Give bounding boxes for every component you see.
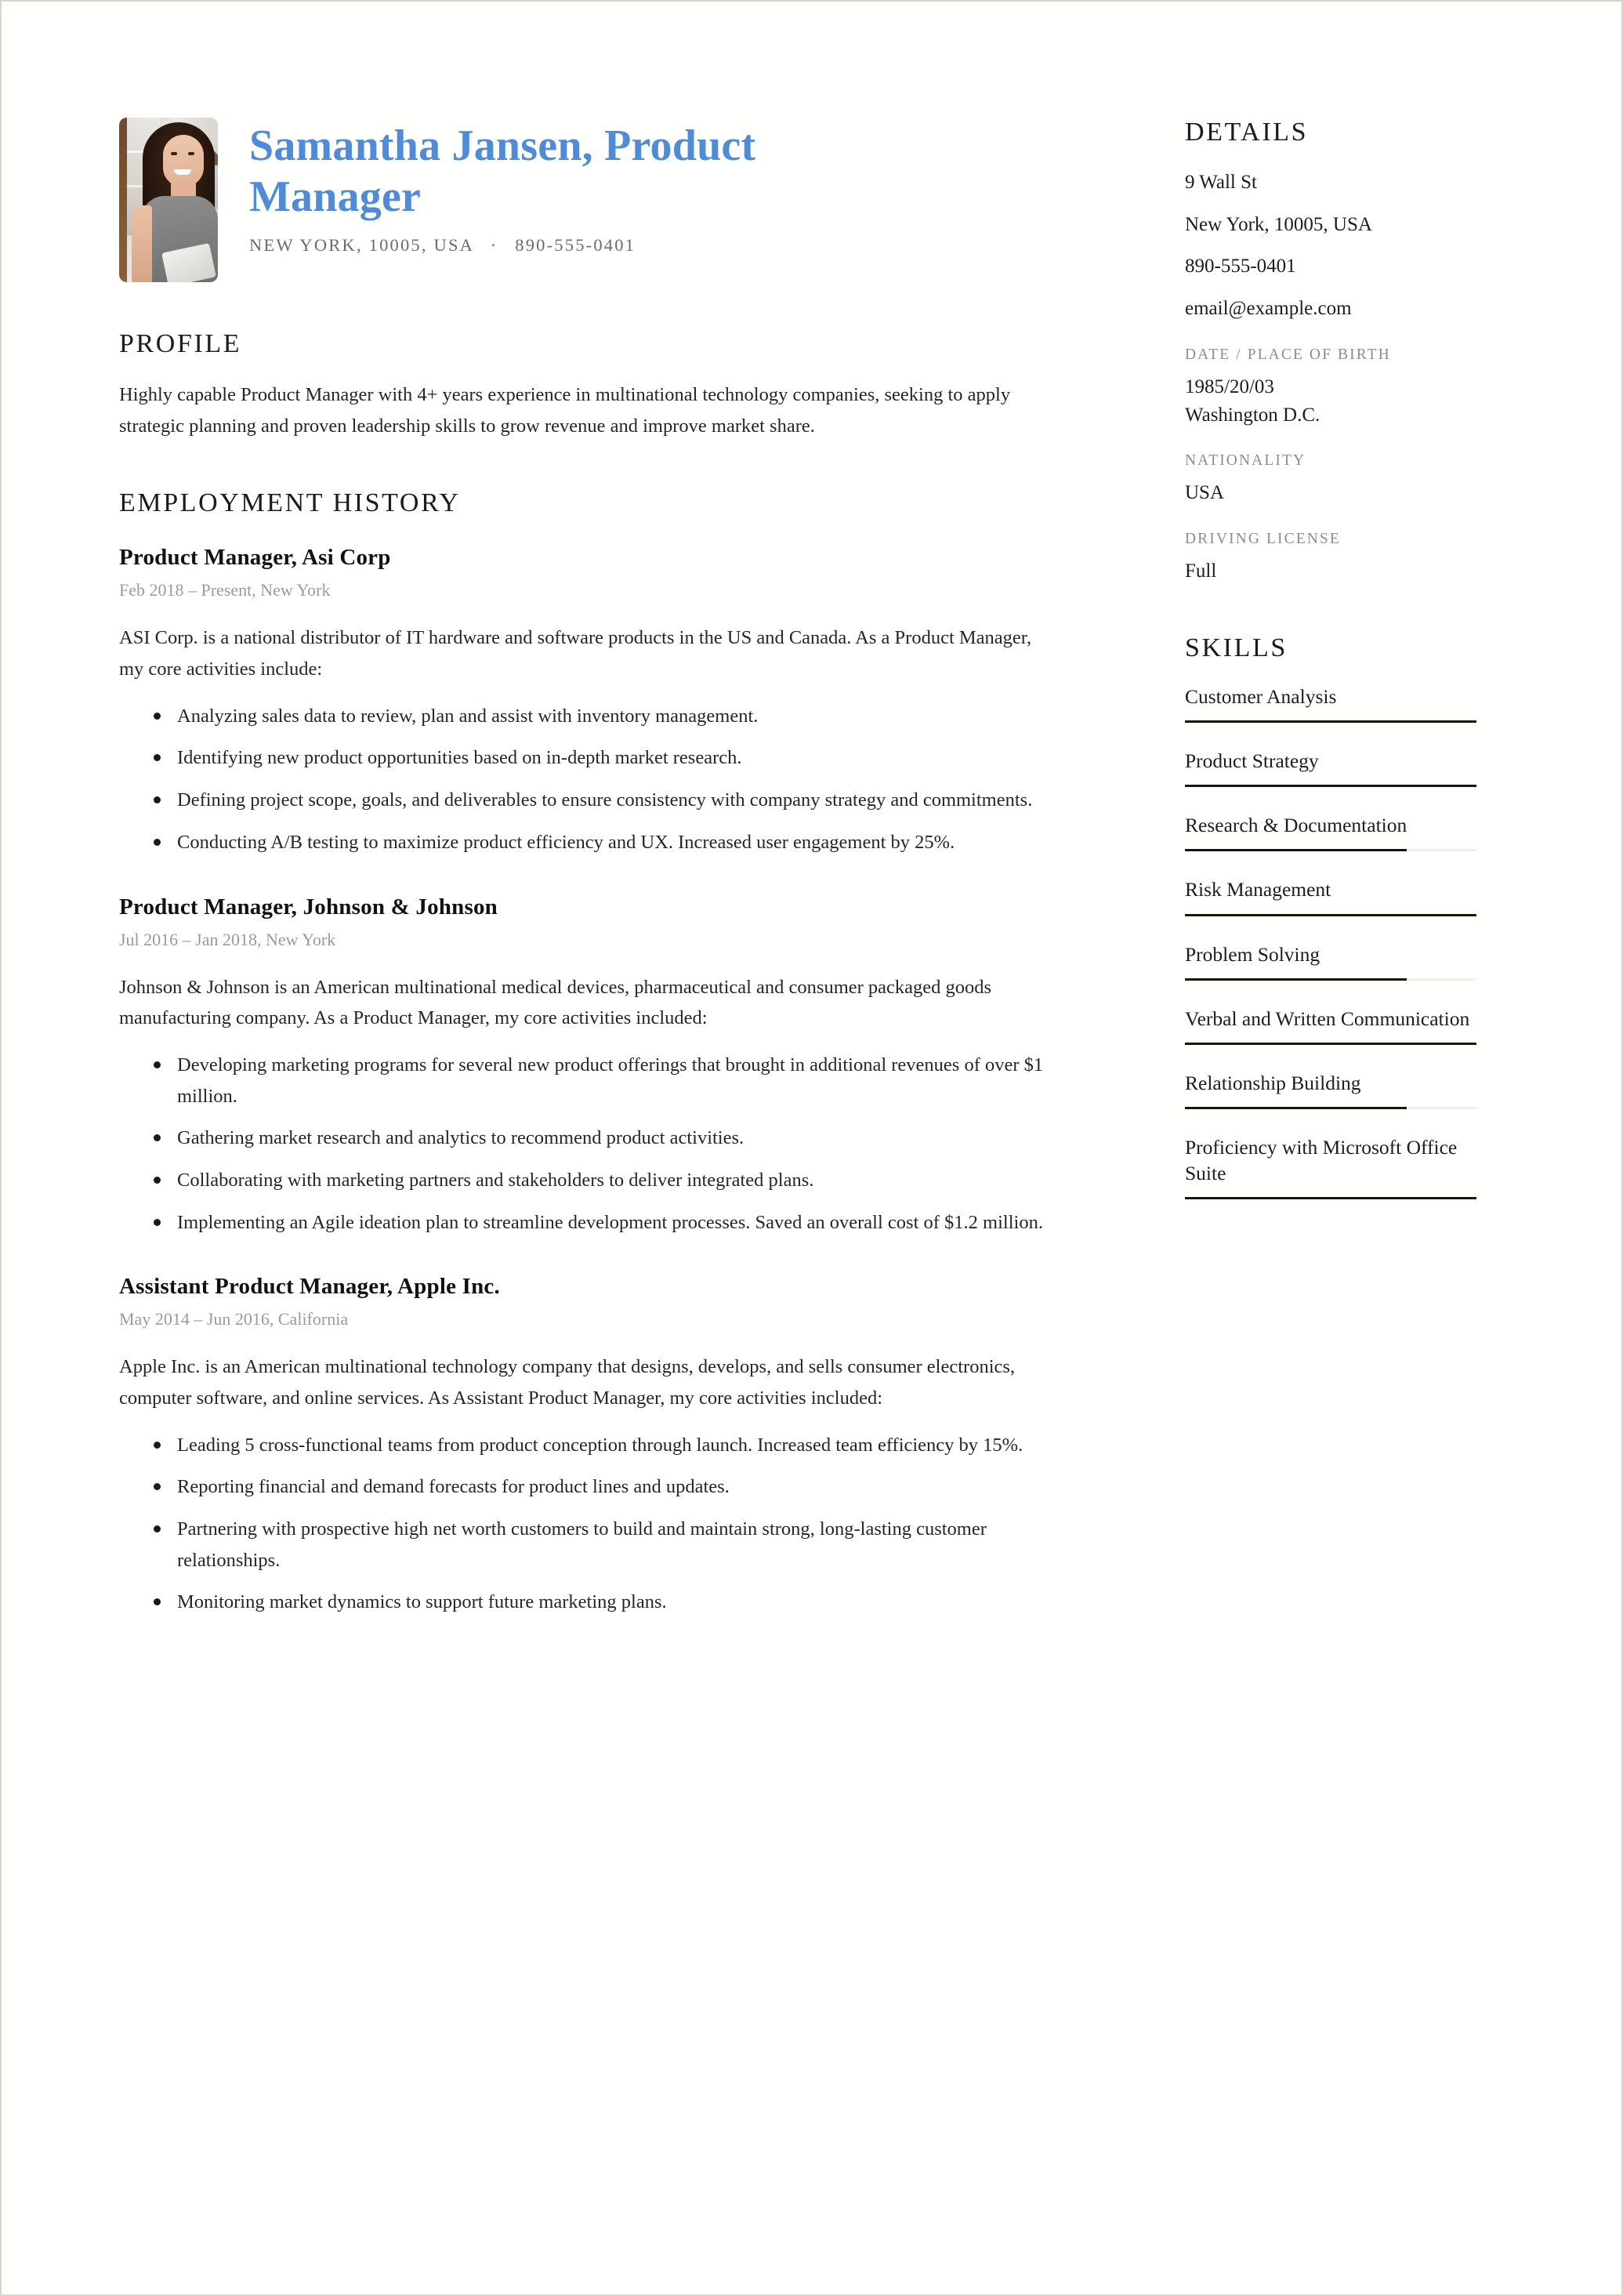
skills-section-title: SKILLS [1185, 633, 1288, 662]
resume-sheet: Samantha Jansen, Product Manager NEW YOR… [2, 2, 1621, 2294]
detail-dob-date: 1985/20/03 [1185, 376, 1274, 397]
detail-license-value: Full [1185, 560, 1217, 582]
header-contact-line: NEW YORK, 10005, USA · 890-555-0401 [249, 235, 1099, 256]
skill-item: Relationship Building [1185, 1070, 1498, 1109]
detail-nationality-label: NATIONALITY [1185, 452, 1306, 469]
skill-label: Verbal and Written Communication [1185, 1007, 1470, 1030]
skills-section: SKILLS Customer Analysis Product Strateg… [1185, 633, 1498, 1200]
job-bullets: Analyzing sales data to review, plan and… [119, 701, 1056, 858]
job-title: Assistant Product Manager, Apple Inc. [119, 1274, 500, 1300]
skill-track [1185, 913, 1476, 916]
skill-level-bar [1185, 1106, 1407, 1109]
job-meta: Feb 2018 – Present, New York [119, 580, 331, 600]
list-item: Identifying new product opportunities ba… [147, 742, 1056, 774]
list-item: Conducting A/B testing to maximize produ… [147, 827, 1056, 858]
detail-email: email@example.com [1185, 297, 1352, 319]
photo-arm [132, 205, 152, 282]
skill-level-bar [1185, 913, 1476, 916]
skill-label: Proficiency with Microsoft Office Suite [1185, 1135, 1458, 1185]
skill-track [1185, 1042, 1476, 1045]
detail-address-line2: New York, 10005, USA [1185, 213, 1372, 235]
resume-columns: Samantha Jansen, Product Manager NEW YOR… [119, 118, 1530, 1629]
header-separator: · [490, 234, 498, 255]
job-entry: Product Manager, Johnson & Johnson Jul 2… [119, 894, 1099, 1239]
list-item: Collaborating with marketing partners an… [147, 1165, 1056, 1196]
skill-level-bar [1185, 849, 1407, 852]
list-item: Monitoring market dynamics to support fu… [147, 1587, 1056, 1618]
resume-page: Samantha Jansen, Product Manager NEW YOR… [0, 0, 1623, 2296]
detail-phone: 890-555-0401 [1185, 256, 1296, 277]
list-item: Analyzing sales data to review, plan and… [147, 701, 1056, 732]
list-item: Gathering market research and analytics … [147, 1123, 1056, 1154]
resume-header: Samantha Jansen, Product Manager NEW YOR… [119, 118, 1099, 282]
skill-item: Risk Management [1185, 876, 1498, 916]
skill-level-bar [1185, 1197, 1476, 1200]
job-bullets: Leading 5 cross-functional teams from pr… [119, 1430, 1056, 1618]
skill-item: Product Strategy [1185, 748, 1498, 788]
list-item: Leading 5 cross-functional teams from pr… [147, 1430, 1056, 1461]
profile-text: Highly capable Product Manager with 4+ y… [119, 384, 1011, 437]
skill-track [1185, 785, 1476, 788]
skill-track [1185, 1197, 1476, 1200]
photo-smile [174, 169, 191, 175]
skill-item: Verbal and Written Communication [1185, 1006, 1498, 1045]
job-description: Apple Inc. is an American multinational … [119, 1356, 1016, 1409]
photo-eye-right [188, 152, 194, 155]
job-bullets: Developing marketing programs for severa… [119, 1050, 1056, 1238]
skill-level-bar [1185, 1042, 1476, 1045]
profile-photo [119, 118, 218, 282]
job-meta: May 2014 – Jun 2016, California [119, 1309, 349, 1329]
main-column: Samantha Jansen, Product Manager NEW YOR… [119, 118, 1099, 1629]
list-item: Reporting financial and demand forecasts… [147, 1471, 1056, 1503]
detail-nationality-value: USA [1185, 482, 1225, 503]
job-description: Johnson & Johnson is an American multina… [119, 976, 992, 1029]
list-item: Defining project scope, goals, and deliv… [147, 785, 1056, 816]
skill-label: Problem Solving [1185, 942, 1320, 966]
header-location: NEW YORK, 10005, USA [249, 234, 473, 255]
skill-track [1185, 849, 1476, 852]
skill-track [1185, 1106, 1476, 1109]
skill-label: Relationship Building [1185, 1071, 1361, 1094]
skill-track [1185, 978, 1476, 981]
skill-item: Problem Solving [1185, 941, 1498, 981]
skill-label: Customer Analysis [1185, 685, 1337, 708]
details-section-title: DETAILS [1185, 118, 1309, 147]
photo-face [163, 135, 204, 187]
employment-section-title: EMPLOYMENT HISTORY [119, 488, 461, 518]
job-entry: Product Manager, Asi Corp Feb 2018 – Pre… [119, 545, 1099, 858]
skill-item: Customer Analysis [1185, 684, 1498, 724]
skill-label: Risk Management [1185, 878, 1331, 901]
detail-address-line1: 9 Wall St [1185, 172, 1257, 193]
profile-section-title: PROFILE [119, 329, 242, 358]
list-item: Partnering with prospective high net wor… [147, 1514, 1056, 1576]
skill-track [1185, 720, 1476, 724]
detail-license-label: DRIVING LICENSE [1185, 530, 1341, 547]
page-title: Samantha Jansen, Product Manager [249, 122, 756, 221]
skill-item: Proficiency with Microsoft Office Suite [1185, 1134, 1498, 1200]
photo-wall-edge [119, 118, 127, 282]
header-text-block: Samantha Jansen, Product Manager NEW YOR… [249, 118, 1099, 256]
skill-level-bar [1185, 785, 1476, 788]
detail-dob-label: DATE / PLACE OF BIRTH [1185, 346, 1391, 363]
skill-label: Research & Documentation [1185, 814, 1407, 837]
list-item: Implementing an Agile ideation plan to s… [147, 1207, 1056, 1239]
skill-label: Product Strategy [1185, 749, 1319, 773]
profile-section: PROFILE Highly capable Product Manager w… [119, 329, 1099, 441]
list-item: Developing marketing programs for severa… [147, 1050, 1056, 1112]
skill-item: Research & Documentation [1185, 812, 1498, 852]
photo-eye-left [171, 152, 177, 155]
job-meta: Jul 2016 – Jan 2018, New York [119, 929, 336, 949]
detail-dob-place: Washington D.C. [1185, 404, 1320, 426]
employment-section: EMPLOYMENT HISTORY Product Manager, Asi … [119, 488, 1099, 1618]
job-title: Product Manager, Johnson & Johnson [119, 894, 498, 919]
sidebar: DETAILS 9 Wall St New York, 10005, USA 8… [1185, 118, 1498, 1629]
job-description: ASI Corp. is a national distributor of I… [119, 627, 1032, 680]
header-phone: 890-555-0401 [515, 234, 636, 255]
job-entry: Assistant Product Manager, Apple Inc. Ma… [119, 1274, 1099, 1618]
job-title: Product Manager, Asi Corp [119, 545, 391, 571]
skill-level-bar [1185, 720, 1476, 724]
skill-level-bar [1185, 978, 1407, 981]
